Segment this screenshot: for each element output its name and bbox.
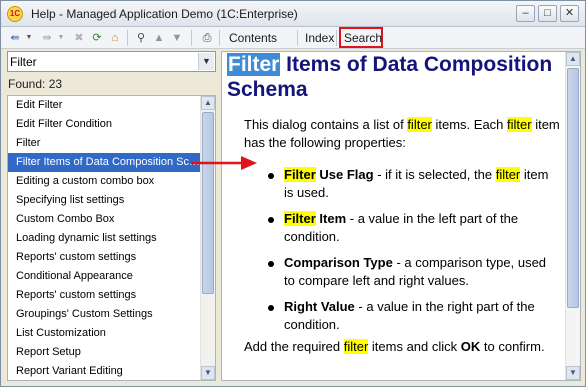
result-item[interactable]: Reports' custom settings [8,286,201,305]
toolbar-divider [336,30,337,46]
property-item: Comparison Type - a comparison type, use… [258,254,556,290]
window-controls: – □ ✕ [516,5,579,22]
search-match: filter [507,117,532,132]
scroll-down-icon[interactable]: ▼ [566,366,580,380]
scroll-up-icon[interactable]: ▲ [566,52,580,66]
search-match: filter [407,117,432,132]
result-item[interactable]: Editing a custom combo box [8,172,201,191]
title-bar[interactable]: 1C Help - Managed Application Demo (1C:E… [1,1,585,27]
result-item[interactable]: Edit Filter [8,96,201,115]
intro-text: items. Each [431,117,508,132]
minimize-button[interactable]: – [516,5,535,22]
property-name: Item [315,211,347,226]
content-scrollbar[interactable]: ▲ ▼ [565,52,580,380]
title-search-match: Filter [227,53,281,76]
property-name-match: Filter [284,167,316,182]
intro-text: This dialog contains a list of [244,117,408,132]
toolbar-divider [297,30,298,46]
window-title: Help - Managed Application Demo (1C:Ente… [31,7,298,21]
result-item[interactable]: Groupings' Custom Settings [8,305,201,324]
result-item[interactable]: Edit Filter Condition [8,115,201,134]
result-item[interactable]: Specifying list settings [8,191,201,210]
property-item: Filter Use Flag - if it is selected, the… [258,166,556,202]
refresh-icon[interactable]: ⟳ [89,30,105,46]
toolbar: ⇚ ▼ ⇛ ▼ ✖ ⟳ ⌂ ⚲ ▲ ▼ ⎙ Contents Index Sea… [1,27,585,49]
outro-text: Add the required [244,339,344,354]
search-match: filter [343,339,369,354]
search-combo[interactable]: ▼ [7,51,216,72]
next-topic-icon[interactable]: ▼ [169,30,185,46]
find-in-page-icon[interactable]: ⚲ [133,30,149,46]
toolbar-divider [191,30,192,46]
result-item[interactable]: Report Setup [8,343,201,362]
chevron-down-icon[interactable]: ▼ [198,53,214,70]
topic-title: Filter Items of Data Composition Schema [227,52,572,102]
result-item[interactable]: Filter [8,134,201,153]
property-name: Right Value [284,299,355,314]
property-name-match: Filter [284,211,316,226]
outro-text: to confirm. [480,339,545,354]
help-window: 1C Help - Managed Application Demo (1C:E… [0,0,586,387]
result-item[interactable]: Loading dynamic list settings [8,229,201,248]
scroll-up-icon[interactable]: ▲ [201,96,215,110]
back-history-dropdown-icon[interactable]: ▼ [25,30,33,46]
forward-icon[interactable]: ⇛ [39,30,55,46]
result-item[interactable]: Custom Combo Box [8,210,201,229]
contents-tab[interactable]: Contents [229,31,277,45]
print-icon[interactable]: ⎙ [199,30,215,46]
property-name: Use Flag [315,167,374,182]
outro-text: items and click [368,339,461,354]
scroll-thumb[interactable] [202,112,214,294]
search-pane: ▼ Found: 23 Edit FilterEdit Filter Condi… [7,51,216,381]
pane-splitter[interactable] [217,51,220,381]
property-name: Comparison Type [284,255,393,270]
back-icon[interactable]: ⇚ [7,30,23,46]
close-button[interactable]: ✕ [560,5,579,22]
search-tab[interactable]: Search [339,27,383,48]
search-results: Edit Filter Edit Filter Condition Filter Fi… [7,95,216,381]
ok-reference: OK [460,339,481,354]
property-item: Right Value - a value in the right part … [258,298,556,334]
scroll-down-icon[interactable]: ▼ [201,366,215,380]
index-tab[interactable]: Index [305,31,334,45]
result-item[interactable]: Reports' custom settings [8,248,201,267]
intro-paragraph: This dialog contains a list of filter it… [244,116,564,152]
home-icon[interactable]: ⌂ [107,30,123,46]
topic-content: Filter Items of Data Composition Schema … [221,51,581,381]
property-list: Filter Use Flag - if it is selected, the… [258,166,556,342]
result-item[interactable]: Filter Items of Data Composition Schema [8,153,201,172]
results-scrollbar[interactable]: ▲ ▼ [200,96,215,380]
previous-topic-icon[interactable]: ▲ [151,30,167,46]
toolbar-divider [219,30,220,46]
stop-icon[interactable]: ✖ [71,30,87,46]
outro-paragraph: Add the required filter items and click … [244,338,564,356]
result-item[interactable]: Report Variant Editing [8,362,201,380]
property-description: - if it is selected, the [373,167,496,182]
property-item: Filter Item - a value in the left part o… [258,210,556,246]
result-list: Edit Filter Edit Filter Condition Filter Fi… [8,96,201,380]
found-count: Found: 23 [8,77,63,91]
toolbar-divider [127,30,128,46]
search-match: filter [495,167,521,182]
maximize-button[interactable]: □ [538,5,557,22]
result-item[interactable]: List Customization [8,324,201,343]
scroll-thumb[interactable] [567,68,579,308]
result-item[interactable]: Conditional Appearance [8,267,201,286]
search-input[interactable] [10,53,195,70]
forward-history-dropdown-icon[interactable]: ▼ [57,30,65,46]
app-logo-icon: 1C [7,6,23,22]
